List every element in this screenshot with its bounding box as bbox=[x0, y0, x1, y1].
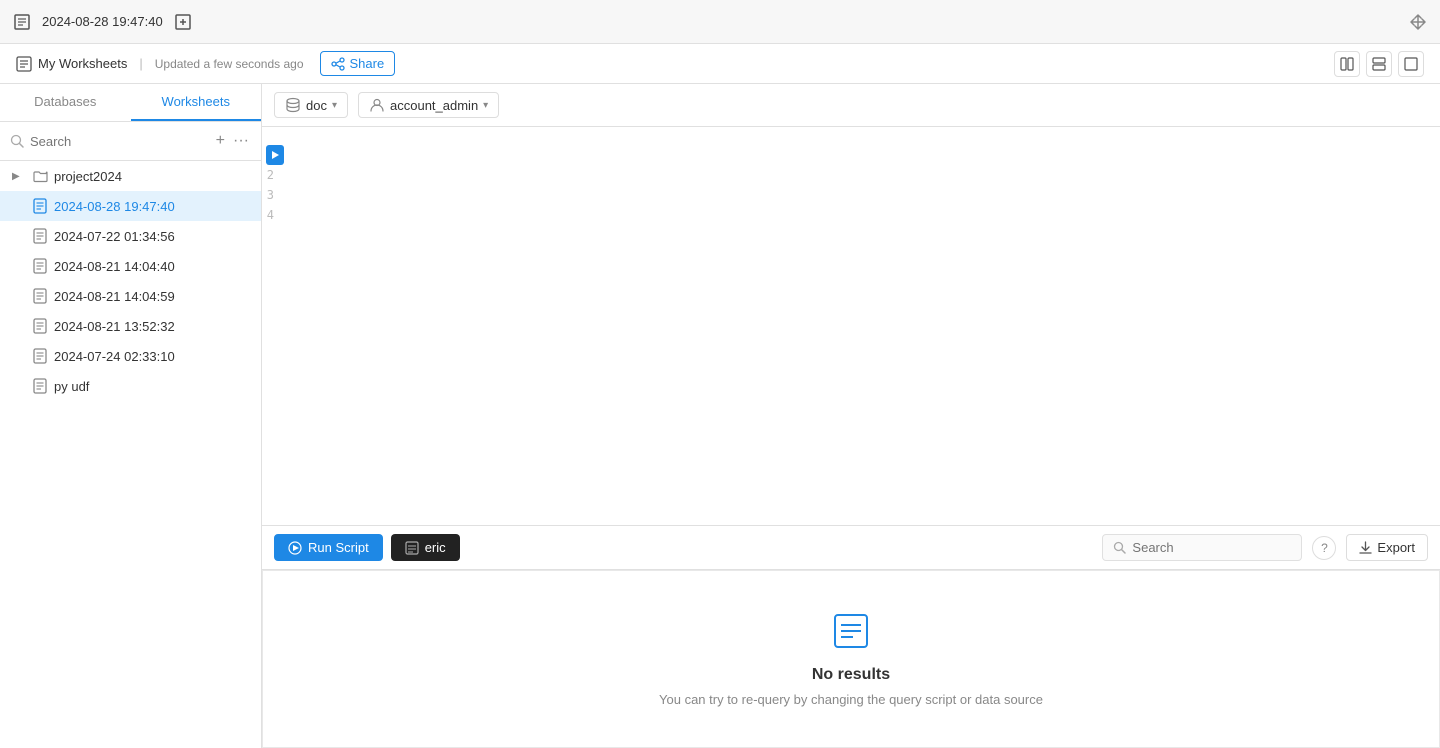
list-item[interactable]: ▶ 2024-08-21 14:04:40 bbox=[0, 251, 261, 281]
result-tab-label: eric bbox=[425, 540, 446, 555]
run-script-button[interactable]: Run Script bbox=[274, 534, 383, 561]
search-input[interactable] bbox=[30, 134, 208, 149]
list-item[interactable]: ▶ 2024-08-21 13:52:32 bbox=[0, 311, 261, 341]
result-tab-eric[interactable]: eric bbox=[391, 534, 460, 561]
list-item[interactable]: ▶ py udf bbox=[0, 371, 261, 401]
separator: | bbox=[139, 56, 142, 71]
item-label: 2024-07-22 01:34:56 bbox=[54, 229, 175, 244]
sidebar-tabs: Databases Worksheets bbox=[0, 84, 261, 122]
results-search-input[interactable] bbox=[1132, 540, 1282, 555]
item-label: project2024 bbox=[54, 169, 122, 184]
role-selector-label: account_admin bbox=[390, 98, 478, 113]
top-bar: 2024-08-28 19:47:40 bbox=[0, 0, 1440, 44]
share-button[interactable]: Share bbox=[320, 51, 396, 76]
user-icon bbox=[369, 97, 385, 113]
more-options-button[interactable]: ··· bbox=[231, 130, 251, 152]
download-icon bbox=[1359, 541, 1372, 554]
help-button[interactable]: ? bbox=[1312, 536, 1336, 560]
result-icon bbox=[405, 541, 419, 555]
layout-btn-1[interactable] bbox=[1334, 51, 1360, 77]
results-search-bar bbox=[1102, 534, 1302, 561]
sidebar-items-list: ▶ project2024 ▶ bbox=[0, 161, 261, 748]
item-label: py udf bbox=[54, 379, 89, 394]
line-numbers: 2 3 4 bbox=[262, 127, 298, 235]
no-results-area: No results You can try to re-query by ch… bbox=[263, 571, 1439, 747]
database-icon bbox=[285, 97, 301, 113]
folder-icon bbox=[32, 168, 48, 184]
code-editor[interactable]: 2 3 4 bbox=[262, 127, 1440, 525]
updated-text: Updated a few seconds ago bbox=[155, 57, 304, 71]
worksheet-doc-icon bbox=[32, 288, 48, 304]
list-item[interactable]: ▶ 2024-07-24 02:33:10 bbox=[0, 341, 261, 371]
list-item[interactable]: ▶ 2024-08-28 19:47:40 bbox=[0, 191, 261, 221]
run-line-indicator[interactable] bbox=[266, 145, 284, 165]
worksheet-doc-icon bbox=[32, 198, 48, 214]
my-worksheets-label: My Worksheets bbox=[38, 56, 127, 71]
worksheet-doc-icon bbox=[32, 258, 48, 274]
tab-databases[interactable]: Databases bbox=[0, 84, 131, 121]
editor-area: doc ▾ account_admin ▾ bbox=[262, 84, 1440, 748]
tab-worksheets[interactable]: Worksheets bbox=[131, 84, 262, 121]
main-content: Databases Worksheets + ··· ▶ bbox=[0, 84, 1440, 748]
item-label: 2024-08-28 19:47:40 bbox=[54, 199, 175, 214]
item-label: 2024-08-21 14:04:59 bbox=[54, 289, 175, 304]
item-label: 2024-07-24 02:33:10 bbox=[54, 349, 175, 364]
list-item[interactable]: ▶ project2024 bbox=[0, 161, 261, 191]
layout-btn-3[interactable] bbox=[1398, 51, 1424, 77]
move-icon[interactable] bbox=[1408, 12, 1428, 32]
second-bar: My Worksheets | Updated a few seconds ag… bbox=[0, 44, 1440, 84]
chevron-down-icon: ▾ bbox=[332, 100, 337, 111]
db-selector-label: doc bbox=[306, 98, 327, 113]
no-results-icon bbox=[831, 611, 871, 654]
bottom-right-actions: ? Export bbox=[1102, 534, 1428, 561]
no-results-title: No results bbox=[812, 666, 890, 684]
sidebar-actions: + ··· bbox=[214, 130, 251, 152]
list-item[interactable]: ▶ 2024-07-22 01:34:56 bbox=[0, 221, 261, 251]
share-label: Share bbox=[350, 56, 385, 71]
worksheet-icon bbox=[12, 12, 32, 32]
new-doc-icon[interactable] bbox=[173, 12, 193, 32]
results-panel: No results You can try to re-query by ch… bbox=[262, 570, 1440, 748]
top-bar-title: 2024-08-28 19:47:40 bbox=[42, 14, 163, 29]
editor-toolbar: doc ▾ account_admin ▾ bbox=[262, 84, 1440, 127]
layout-btn-2[interactable] bbox=[1366, 51, 1392, 77]
add-worksheet-button[interactable]: + bbox=[214, 130, 227, 152]
database-selector[interactable]: doc ▾ bbox=[274, 92, 348, 118]
item-label: 2024-08-21 13:52:32 bbox=[54, 319, 175, 334]
item-label: 2024-08-21 14:04:40 bbox=[54, 259, 175, 274]
export-button[interactable]: Export bbox=[1346, 534, 1428, 561]
no-results-desc: You can try to re-query by changing the … bbox=[659, 692, 1043, 707]
sidebar: Databases Worksheets + ··· ▶ bbox=[0, 84, 262, 748]
export-label: Export bbox=[1377, 540, 1415, 555]
my-worksheets[interactable]: My Worksheets bbox=[16, 56, 127, 72]
list-item[interactable]: ▶ 2024-08-21 14:04:59 bbox=[0, 281, 261, 311]
sidebar-search-bar: + ··· bbox=[0, 122, 261, 161]
chevron-down-icon: ▾ bbox=[483, 100, 488, 111]
worksheet-doc-icon bbox=[32, 348, 48, 364]
worksheet-doc-icon bbox=[32, 378, 48, 394]
run-icon bbox=[288, 541, 302, 555]
run-script-label: Run Script bbox=[308, 540, 369, 555]
worksheet-doc-icon bbox=[32, 318, 48, 334]
worksheet-doc-icon bbox=[32, 228, 48, 244]
search-icon bbox=[1113, 541, 1126, 554]
chevron-right-icon: ▶ bbox=[12, 171, 26, 182]
bottom-panel: Run Script eric bbox=[262, 525, 1440, 748]
search-icon bbox=[10, 134, 24, 148]
role-selector[interactable]: account_admin ▾ bbox=[358, 92, 499, 118]
results-toolbar: Run Script eric bbox=[262, 526, 1440, 570]
